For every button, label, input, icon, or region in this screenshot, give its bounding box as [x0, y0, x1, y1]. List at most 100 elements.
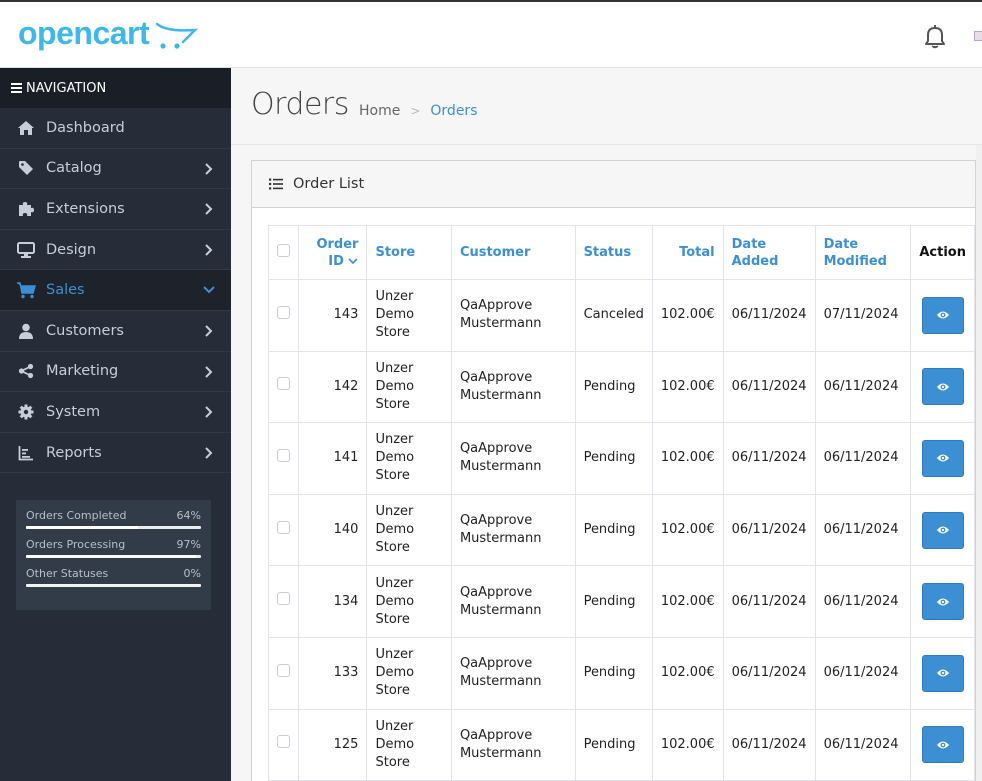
- header-label: Store: [375, 245, 416, 260]
- view-order-button[interactable]: [921, 511, 964, 549]
- breadcrumb-separator-icon: >: [410, 104, 421, 118]
- status-cell: Pending: [574, 636, 653, 710]
- page-title: Orders: [251, 87, 349, 122]
- header-label: Modified: [823, 253, 887, 269]
- action-cell: [910, 279, 975, 352]
- column-date-added[interactable]: Date Added: [722, 225, 816, 280]
- puzzle-icon: [16, 200, 36, 218]
- sidebar-item-label: Catalog: [46, 160, 102, 177]
- action-cell: [910, 493, 975, 567]
- progress-bar: [26, 584, 201, 587]
- page-scroll-area: [976, 145, 982, 781]
- date-added-cell: 06/11/2024: [722, 422, 816, 495]
- list-icon: [269, 178, 283, 190]
- action-cell: [910, 708, 975, 781]
- view-order-button[interactable]: [921, 726, 964, 764]
- sidebar-item-label: Dashboard: [46, 119, 125, 136]
- row-checkbox[interactable]: [277, 663, 290, 677]
- total-cell: 102.00€: [651, 565, 724, 638]
- sidebar-item-catalog[interactable]: Catalog: [0, 149, 231, 190]
- store-cell: Unzer Demo Store: [366, 279, 452, 352]
- sidebar-item-dashboard[interactable]: Dashboard: [0, 108, 231, 149]
- view-order-button[interactable]: [921, 583, 964, 621]
- sidebar-item-system[interactable]: System: [0, 392, 231, 433]
- bell-icon[interactable]: [922, 22, 948, 50]
- sidebar-item-marketing[interactable]: Marketing: [0, 352, 231, 393]
- row-checkbox[interactable]: [277, 377, 290, 391]
- row-checkbox[interactable]: [277, 592, 290, 606]
- column-status[interactable]: Status: [574, 225, 653, 280]
- sidebar: NAVIGATION Dashboard Catalog Extensions …: [0, 68, 231, 781]
- column-total[interactable]: Total: [651, 225, 724, 280]
- date-added-cell: 06/11/2024: [722, 708, 816, 781]
- order-id-cell: 134: [297, 565, 368, 638]
- action-cell: [910, 636, 975, 710]
- row-select-cell: [268, 422, 299, 495]
- header-label: Order: [316, 236, 359, 252]
- eye-icon: [936, 454, 949, 462]
- page-header: Orders Home > Orders: [231, 69, 982, 145]
- store-cell: Unzer Demo Store: [366, 350, 452, 424]
- table-row: 142 Unzer Demo Store QaApprove Musterman…: [268, 350, 975, 424]
- breadcrumb-orders[interactable]: Orders: [430, 103, 477, 119]
- view-order-button[interactable]: [921, 368, 964, 406]
- customer-cell: QaApprove Mustermann: [450, 493, 576, 567]
- sort-desc-icon: [348, 257, 359, 264]
- chevron-right-icon: [205, 365, 213, 378]
- customer-cell: QaApprove Mustermann: [450, 565, 576, 638]
- row-select-cell: [268, 350, 299, 424]
- row-checkbox[interactable]: [277, 735, 290, 749]
- sidebar-item-sales[interactable]: Sales: [0, 270, 231, 311]
- order-list-panel: Order List Order ID Store Customer Statu…: [251, 160, 976, 781]
- row-checkbox[interactable]: [277, 448, 290, 462]
- panel-heading: Order List: [252, 161, 975, 208]
- stat-value: 97%: [176, 538, 201, 551]
- order-id-cell: 142: [297, 350, 368, 424]
- date-added-cell: 06/11/2024: [722, 350, 816, 424]
- status-cell: Pending: [574, 350, 653, 424]
- opencart-logo[interactable]: opencart: [18, 16, 199, 50]
- breadcrumb-home[interactable]: Home: [359, 103, 400, 119]
- table-row: 141 Unzer Demo Store QaApprove Musterman…: [268, 422, 975, 495]
- status-cell: Pending: [574, 422, 653, 495]
- view-order-button[interactable]: [921, 439, 964, 477]
- row-select-cell: [268, 493, 299, 567]
- progress-bar: [26, 555, 201, 558]
- table-header-row: Order ID Store Customer Status Total Dat…: [268, 225, 975, 280]
- column-order-id[interactable]: Order ID: [297, 225, 368, 280]
- stat-value: 0%: [183, 567, 201, 580]
- customer-cell: QaApprove Mustermann: [450, 279, 576, 352]
- sidebar-item-label: Design: [46, 241, 97, 258]
- row-checkbox[interactable]: [277, 305, 290, 319]
- total-cell: 102.00€: [651, 279, 724, 352]
- navigation-header[interactable]: NAVIGATION: [0, 68, 231, 108]
- header-label: ID: [328, 253, 344, 269]
- view-order-button[interactable]: [921, 296, 964, 334]
- date-modified-cell: 06/11/2024: [814, 636, 912, 710]
- column-date-modified[interactable]: Date Modified: [814, 225, 912, 280]
- row-checkbox[interactable]: [277, 520, 290, 534]
- view-order-button[interactable]: [921, 654, 964, 692]
- sidebar-item-extensions[interactable]: Extensions: [0, 189, 231, 230]
- date-added-cell: 06/11/2024: [722, 636, 816, 710]
- column-store[interactable]: Store: [366, 225, 452, 280]
- flag-icon[interactable]: [974, 31, 982, 41]
- header-label: Customer: [459, 245, 531, 260]
- header-label: Total: [679, 245, 715, 260]
- chevron-right-icon: [205, 162, 213, 175]
- sidebar-item-reports[interactable]: Reports: [0, 433, 231, 474]
- total-cell: 102.00€: [651, 636, 724, 710]
- progress-fill: [26, 555, 196, 558]
- status-cell: Canceled: [574, 279, 653, 352]
- eye-icon: [936, 598, 949, 606]
- date-modified-cell: 06/11/2024: [814, 708, 912, 781]
- sidebar-item-design[interactable]: Design: [0, 230, 231, 271]
- select-all-checkbox[interactable]: [277, 243, 290, 257]
- home-icon: [16, 119, 36, 137]
- row-select-cell: [268, 565, 299, 638]
- sidebar-item-customers[interactable]: Customers: [0, 311, 231, 352]
- date-modified-cell: 06/11/2024: [814, 422, 912, 495]
- gear-icon: [16, 403, 36, 421]
- column-customer[interactable]: Customer: [450, 225, 576, 280]
- row-select-cell: [268, 636, 299, 710]
